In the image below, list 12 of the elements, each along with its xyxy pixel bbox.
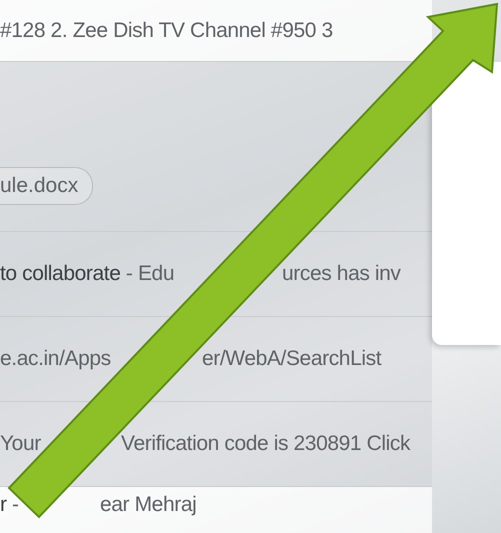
email-snippet: er/WebA/SearchList — [202, 347, 382, 371]
email-snippet: #128 2. Zee Dish TV Channel #950 3 — [0, 18, 333, 42]
email-snippet: r - — [0, 493, 19, 517]
email-snippet: to collaborate - Edu — [0, 262, 174, 286]
email-snippet: urces has inv — [282, 262, 401, 286]
email-snippet: Your — [0, 432, 41, 456]
email-snippet: e.ac.in/Apps — [0, 347, 111, 371]
email-snippet: Verification code is 230891 Click — [121, 432, 410, 456]
email-row[interactable]: r - ear Mehraj — [0, 487, 432, 533]
attachment-chip[interactable]: ule.docx — [0, 167, 94, 205]
email-row[interactable]: #128 2. Zee Dish TV Channel #950 3 — [0, 0, 432, 62]
email-snippet: ear Mehraj — [100, 493, 196, 517]
